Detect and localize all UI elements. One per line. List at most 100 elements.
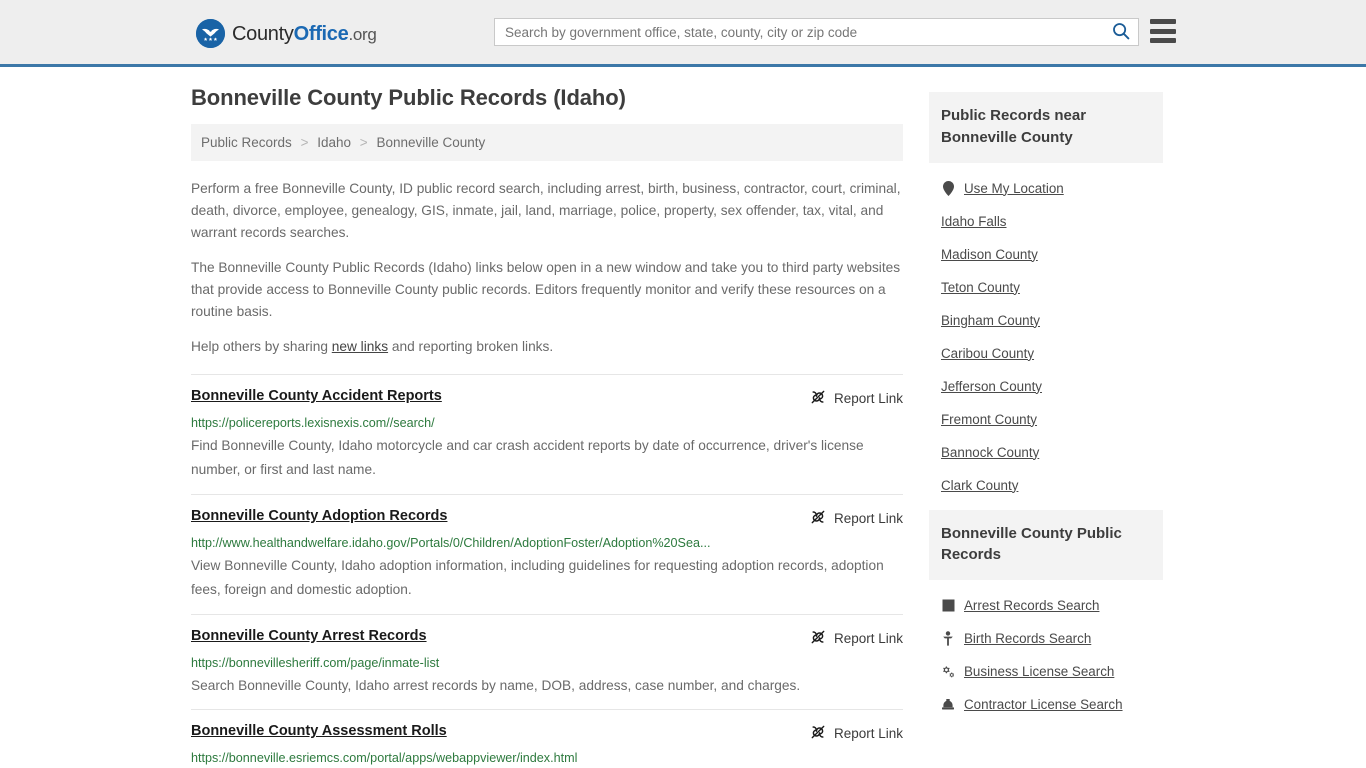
- sidebar-panel-nearby: Public Records near Bonneville County Us…: [929, 92, 1163, 502]
- map-pin-icon: [941, 180, 955, 196]
- sidebar-records-heading: Bonneville County Public Records: [929, 509, 1163, 580]
- result-url[interactable]: http://www.healthandwelfare.idaho.gov/Po…: [191, 536, 891, 551]
- sidebar-nearby-link[interactable]: Use My Location: [964, 181, 1064, 196]
- share-text-before: Help others by sharing: [191, 339, 332, 355]
- sidebar-item-caribou-county[interactable]: Caribou County: [929, 337, 1163, 370]
- report-link-button[interactable]: Report Link: [810, 509, 903, 528]
- search-button[interactable]: [1104, 19, 1138, 45]
- result-item: Bonneville County Arrest Records Report …: [191, 613, 903, 710]
- new-links-link[interactable]: new links: [332, 339, 388, 354]
- result-header: Bonneville County Adoption Records Repor…: [191, 508, 903, 528]
- result-description: View Bonneville County, Idaho adoption i…: [191, 557, 884, 598]
- result-header: Bonneville County Accident Reports Repor…: [191, 388, 903, 408]
- baby-icon: [941, 631, 955, 646]
- result-title-link[interactable]: Bonneville County Arrest Records: [191, 628, 427, 645]
- menu-bar-2: [1150, 28, 1176, 34]
- site-header: CountyOffice.org: [0, 0, 1366, 67]
- report-link-label: Report Link: [833, 726, 903, 742]
- breadcrumb-separator-2: >: [359, 135, 368, 151]
- sidebar-nearby-heading: Public Records near Bonneville County: [929, 92, 1163, 163]
- result-item: Bonneville County Adoption Records Repor…: [191, 493, 903, 614]
- result-item: Bonneville County Assessment Rolls Repor…: [191, 709, 903, 768]
- sidebar-item-idaho-falls[interactable]: Idaho Falls: [929, 205, 1163, 238]
- breadcrumb: Public Records > Idaho > Bonneville Coun…: [191, 124, 903, 162]
- main-content: Bonneville County Public Records (Idaho)…: [191, 85, 903, 768]
- report-link-button[interactable]: Report Link: [810, 389, 903, 408]
- sidebar-nearby-link[interactable]: Fremont County: [941, 412, 1037, 427]
- result-title-link[interactable]: Bonneville County Adoption Records: [191, 508, 447, 525]
- sidebar-item-use-my-location[interactable]: Use My Location: [929, 172, 1163, 205]
- sidebar-item-arrest-records-search[interactable]: Arrest Records Search: [929, 589, 1163, 622]
- result-header: Bonneville County Assessment Rolls Repor…: [191, 723, 903, 743]
- intro-paragraph-3: Help others by sharing new links and rep…: [191, 336, 903, 358]
- site-logo-text: CountyOffice.org: [232, 24, 377, 44]
- sidebar-nearby-link[interactable]: Bingham County: [941, 313, 1040, 328]
- result-url[interactable]: https://bonneville.esriemcs.com/portal/a…: [191, 751, 891, 766]
- fingerprint-square-icon: [941, 599, 955, 613]
- logo-text-office: Office: [293, 22, 349, 45]
- search-input[interactable]: [495, 19, 1104, 45]
- report-link-label: Report Link: [833, 390, 903, 406]
- search-icon: [1112, 22, 1130, 43]
- sidebar-item-birth-records-search[interactable]: Birth Records Search: [929, 622, 1163, 655]
- intro-paragraph-2: The Bonneville County Public Records (Id…: [191, 260, 901, 319]
- sidebar-nearby-link[interactable]: Teton County: [941, 280, 1020, 295]
- result-description: Find Bonneville County, Idaho motorcycle…: [191, 437, 864, 478]
- result-item: Bonneville County Accident Reports Repor…: [191, 373, 903, 494]
- sidebar-item-business-license-search[interactable]: Business License Search: [929, 655, 1163, 688]
- result-url[interactable]: https://bonnevillesheriff.com/page/inmat…: [191, 656, 891, 671]
- sidebar-records-link[interactable]: Business License Search: [964, 664, 1114, 679]
- sidebar-nearby-link[interactable]: Madison County: [941, 247, 1038, 262]
- share-text-after: and reporting broken links.: [388, 339, 554, 355]
- sidebar-nearby-link[interactable]: Clark County: [941, 478, 1018, 493]
- sidebar-records-link[interactable]: Birth Records Search: [964, 631, 1091, 646]
- page-body: Bonneville County Public Records (Idaho)…: [0, 67, 1366, 768]
- broken-link-icon: [810, 629, 826, 648]
- breadcrumb-item-idaho[interactable]: Idaho: [317, 135, 351, 150]
- sidebar-records-link[interactable]: Arrest Records Search: [964, 598, 1099, 613]
- broken-link-icon: [810, 724, 826, 743]
- breadcrumb-item-public-records[interactable]: Public Records: [201, 135, 292, 150]
- sidebar-nearby-list: Use My Location Idaho Falls Madison Coun…: [929, 163, 1163, 502]
- breadcrumb-separator-1: >: [300, 135, 309, 151]
- sidebar-item-jefferson-county[interactable]: Jefferson County: [929, 370, 1163, 403]
- page-title: Bonneville County Public Records (Idaho): [191, 85, 626, 110]
- intro-text: Perform a free Bonneville County, ID pub…: [191, 178, 903, 357]
- menu-bar-3: [1150, 38, 1176, 43]
- logo-text-county: County: [232, 22, 294, 45]
- hamburger-menu-icon[interactable]: [1150, 19, 1176, 43]
- sidebar-item-madison-county[interactable]: Madison County: [929, 238, 1163, 271]
- sidebar-records-link[interactable]: Contractor License Search: [964, 697, 1123, 712]
- broken-link-icon: [810, 389, 826, 408]
- result-title-link[interactable]: Bonneville County Assessment Rolls: [191, 723, 447, 740]
- sidebar-panel-records: Bonneville County Public Records Arrest …: [929, 509, 1163, 722]
- sidebar-item-bannock-county[interactable]: Bannock County: [929, 436, 1163, 469]
- eagle-stars-seal-icon: [196, 19, 225, 48]
- report-link-label: Report Link: [833, 630, 903, 646]
- sidebar: Public Records near Bonneville County Us…: [929, 85, 1163, 729]
- logo-text-org: .org: [348, 24, 377, 44]
- hard-hat-icon: [941, 698, 955, 712]
- report-link-button[interactable]: Report Link: [810, 629, 903, 648]
- sidebar-item-bingham-county[interactable]: Bingham County: [929, 304, 1163, 337]
- sidebar-records-list: Arrest Records Search Birth Records Sear…: [929, 580, 1163, 721]
- sidebar-item-contractor-license-search[interactable]: Contractor License Search: [929, 688, 1163, 721]
- site-logo-link[interactable]: CountyOffice.org: [196, 19, 377, 48]
- sidebar-nearby-link[interactable]: Bannock County: [941, 445, 1039, 460]
- menu-bar-1: [1150, 19, 1176, 24]
- intro-paragraph-1: Perform a free Bonneville County, ID pub…: [191, 181, 901, 240]
- sidebar-nearby-link[interactable]: Jefferson County: [941, 379, 1042, 394]
- result-title-link[interactable]: Bonneville County Accident Reports: [191, 388, 442, 405]
- sidebar-item-clark-county[interactable]: Clark County: [929, 469, 1163, 502]
- report-link-button[interactable]: Report Link: [810, 724, 903, 743]
- cogs-icon: [941, 665, 955, 679]
- broken-link-icon: [810, 509, 826, 528]
- sidebar-item-teton-county[interactable]: Teton County: [929, 271, 1163, 304]
- sidebar-nearby-link[interactable]: Idaho Falls: [941, 214, 1007, 229]
- sidebar-item-fremont-county[interactable]: Fremont County: [929, 403, 1163, 436]
- result-header: Bonneville County Arrest Records Report …: [191, 628, 903, 648]
- sidebar-nearby-link[interactable]: Caribou County: [941, 346, 1034, 361]
- result-url[interactable]: https://policereports.lexisnexis.com//se…: [191, 416, 891, 431]
- search-bar: [494, 18, 1139, 46]
- breadcrumb-item-bonneville-county[interactable]: Bonneville County: [376, 135, 485, 150]
